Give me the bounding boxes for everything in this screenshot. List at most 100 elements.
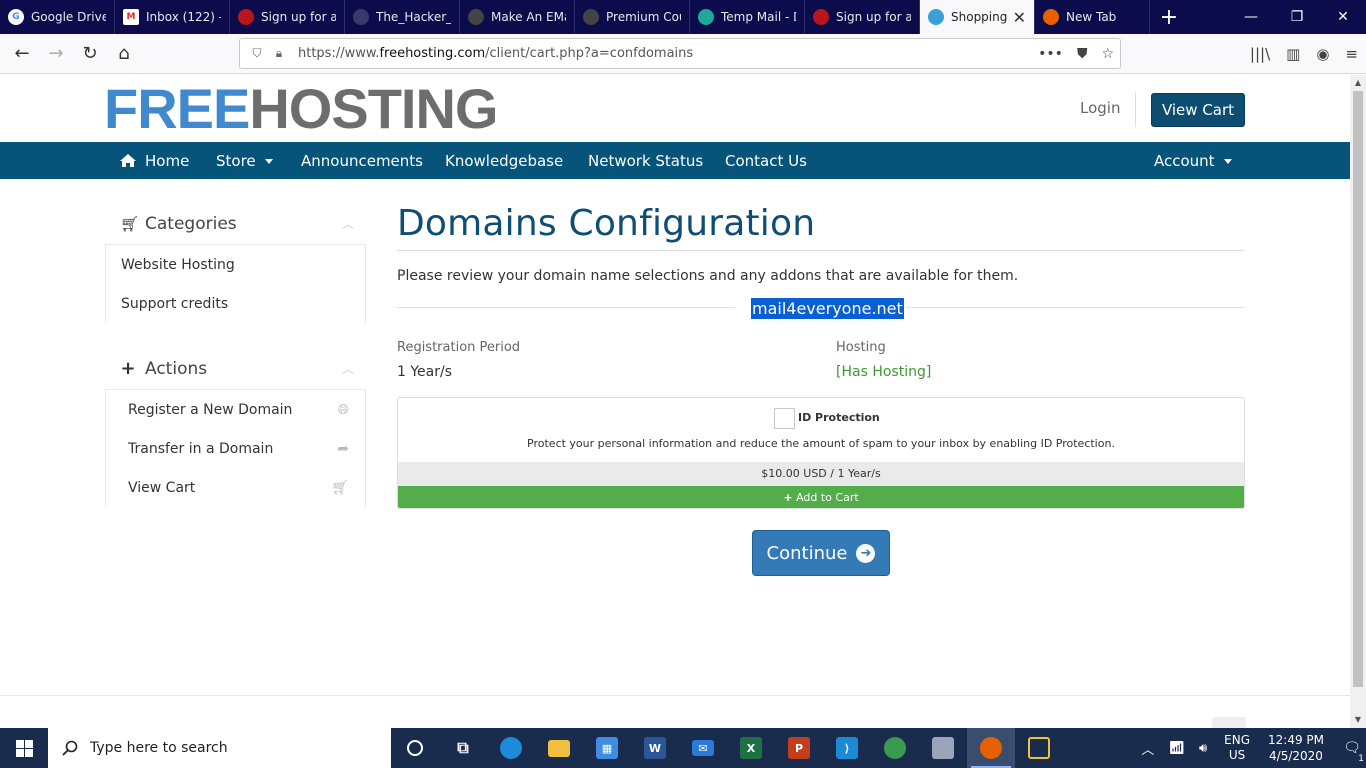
page-title: Domains Configuration bbox=[397, 203, 816, 244]
site-favicon-icon bbox=[813, 9, 829, 25]
footer-divider bbox=[0, 695, 1350, 696]
virtual-desktop-icon[interactable] bbox=[1015, 728, 1063, 768]
browser-tab[interactable]: New Tab bbox=[1035, 0, 1150, 34]
start-button[interactable] bbox=[0, 728, 48, 768]
edge-icon[interactable] bbox=[487, 728, 535, 768]
browser-tab[interactable]: Sign up for a f bbox=[805, 0, 920, 34]
file-explorer-icon[interactable] bbox=[535, 728, 583, 768]
minimize-icon[interactable]: — bbox=[1228, 0, 1274, 34]
addon-description: Protect your personal information and re… bbox=[527, 437, 1115, 450]
sidebar-categories: 🛒︎ Categories ︿ Website Hosting Support … bbox=[105, 203, 366, 323]
login-link[interactable]: Login bbox=[1080, 99, 1120, 117]
add-to-cart-button[interactable]: + Add to Cart bbox=[398, 486, 1244, 508]
address-bar[interactable]: ⛉ 🔒︎ https://www.freehosting.com/client/… bbox=[239, 38, 1121, 69]
nav-contact-us[interactable]: Contact Us bbox=[725, 142, 807, 179]
mail-icon[interactable]: ✉ bbox=[679, 728, 727, 768]
id-protection-checkbox[interactable] bbox=[774, 408, 795, 429]
firefox-taskbar-icon[interactable] bbox=[967, 728, 1015, 768]
globe-icon: 🌐︎ bbox=[337, 401, 349, 418]
pocket-icon[interactable]: ⛊ bbox=[1077, 46, 1088, 62]
browser-tab-strip: G Google Drive M Inbox (122) - Sign up for… bbox=[0, 0, 1366, 34]
sidebar-item-transfer-domain[interactable]: Transfer in a Domain ➦ bbox=[106, 429, 365, 468]
volume-icon[interactable]: 🔊︎ bbox=[1199, 741, 1207, 756]
cortana-icon[interactable] bbox=[391, 728, 439, 768]
nav-knowledgebase[interactable]: Knowledgebase bbox=[445, 142, 563, 179]
continue-button[interactable]: Continue ➜ bbox=[752, 530, 890, 576]
browser-tab[interactable]: The_Hacker_s_Und bbox=[345, 0, 460, 34]
domain-divider-right bbox=[906, 307, 1244, 308]
vscode-icon[interactable]: ⟩ bbox=[823, 728, 871, 768]
close-tab-icon[interactable]: ✕ bbox=[1013, 8, 1026, 27]
account-icon[interactable]: ◉ bbox=[1316, 45, 1329, 63]
actions-header[interactable]: + Actions ︿ bbox=[105, 348, 366, 390]
web-page: FREEHOSTING Login View Cart Home Store A… bbox=[0, 75, 1350, 728]
nav-announcements[interactable]: Announcements bbox=[301, 142, 423, 179]
language-indicator[interactable]: ENG US bbox=[1224, 733, 1250, 763]
notification-icon[interactable]: 🗨︎ 1 bbox=[1338, 740, 1366, 764]
addon-price: $10.00 USD / 1 Year/s bbox=[398, 462, 1244, 486]
site-favicon-icon bbox=[468, 9, 484, 25]
word-icon[interactable]: W bbox=[631, 728, 679, 768]
browser-tab[interactable]: Make An EMa bbox=[460, 0, 575, 34]
sidebar-icon[interactable]: ▥ bbox=[1286, 45, 1300, 63]
scrollbar-thumb[interactable] bbox=[1353, 91, 1363, 687]
store-icon[interactable]: ▦ bbox=[583, 728, 631, 768]
url-text: https://www.freehosting.com/client/cart.… bbox=[298, 46, 694, 61]
nav-store[interactable]: Store bbox=[216, 142, 273, 179]
sidebar-item-website-hosting[interactable]: Website Hosting bbox=[106, 245, 365, 284]
sidebar-actions: + Actions ︿ Register a New Domain 🌐︎ Tran… bbox=[105, 348, 366, 507]
registration-period-value: 1 Year/s bbox=[397, 364, 453, 380]
sidebar-item-support-credits[interactable]: Support credits bbox=[106, 284, 365, 323]
windows-logo-icon bbox=[15, 739, 33, 757]
addon-panel: ID Protection Protect your personal info… bbox=[397, 397, 1245, 509]
system-app-icon[interactable] bbox=[919, 728, 967, 768]
nav-account[interactable]: Account bbox=[1154, 142, 1232, 179]
caret-down-icon bbox=[264, 159, 273, 164]
reload-icon[interactable]: ↻ bbox=[74, 38, 106, 70]
restore-icon[interactable]: ❐ bbox=[1274, 0, 1320, 34]
new-tab-button[interactable]: + bbox=[1152, 0, 1186, 34]
more-actions-icon[interactable]: ••• bbox=[1038, 46, 1063, 62]
library-icon[interactable]: |||\ bbox=[1250, 45, 1270, 63]
gmail-icon: M bbox=[123, 9, 139, 25]
bookmark-star-icon[interactable]: ☆ bbox=[1101, 46, 1114, 62]
sidebar-item-view-cart[interactable]: View Cart 🛒︎ bbox=[106, 468, 365, 507]
browser-tab[interactable]: M Inbox (122) - bbox=[115, 0, 230, 34]
nav-home[interactable]: Home bbox=[119, 142, 189, 179]
categories-header[interactable]: 🛒︎ Categories ︿ bbox=[105, 203, 366, 245]
forward-icon[interactable]: → bbox=[40, 38, 72, 70]
back-icon[interactable]: ← bbox=[6, 38, 38, 70]
site-favicon-icon bbox=[238, 9, 254, 25]
task-view-icon[interactable]: ⧉ bbox=[439, 728, 487, 768]
view-cart-button[interactable]: View Cart bbox=[1151, 93, 1245, 127]
registration-period-label: Registration Period bbox=[397, 340, 521, 355]
browser-tab[interactable]: G Google Drive bbox=[0, 0, 115, 34]
back-to-top-tab[interactable] bbox=[1212, 717, 1246, 728]
browser-tab[interactable]: Temp Mail - D bbox=[690, 0, 805, 34]
chevron-up-icon[interactable]: ︿ bbox=[342, 360, 354, 377]
clock[interactable]: 12:49 PM 4/5/2020 bbox=[1268, 732, 1324, 764]
page-scrollbar[interactable]: ▲ ▼ bbox=[1350, 75, 1366, 728]
lock-icon[interactable]: 🔒︎ bbox=[270, 46, 288, 61]
sidebar-item-register-domain[interactable]: Register a New Domain 🌐︎ bbox=[106, 390, 365, 429]
shield-icon[interactable]: ⛉ bbox=[248, 46, 266, 61]
home-icon bbox=[120, 154, 136, 167]
network-icon[interactable]: 📶︎ bbox=[1168, 741, 1185, 756]
home-icon[interactable]: ⌂ bbox=[108, 38, 140, 70]
arrow-right-circle-icon: ➜ bbox=[856, 543, 876, 563]
close-window-icon[interactable]: ✕ bbox=[1320, 0, 1366, 34]
chevron-up-icon[interactable]: ︿ bbox=[342, 215, 354, 232]
menu-icon[interactable]: ≡ bbox=[1345, 45, 1358, 63]
nav-network-status[interactable]: Network Status bbox=[588, 142, 703, 179]
browser-tab[interactable]: Sign up for a f bbox=[230, 0, 345, 34]
chevron-up-icon[interactable]: ︿ bbox=[1141, 739, 1154, 758]
scroll-down-icon[interactable]: ▼ bbox=[1350, 712, 1366, 728]
excel-icon[interactable]: X bbox=[727, 728, 775, 768]
powerpoint-icon[interactable]: P bbox=[775, 728, 823, 768]
browser-tab[interactable]: Premium Cou bbox=[575, 0, 690, 34]
scroll-up-icon[interactable]: ▲ bbox=[1350, 75, 1366, 91]
site-logo[interactable]: FREEHOSTING bbox=[104, 81, 498, 137]
browser-tab-active[interactable]: Shopping ✕ bbox=[920, 0, 1035, 34]
android-studio-icon[interactable] bbox=[871, 728, 919, 768]
taskbar-search-input[interactable]: Type here to search bbox=[48, 728, 391, 768]
